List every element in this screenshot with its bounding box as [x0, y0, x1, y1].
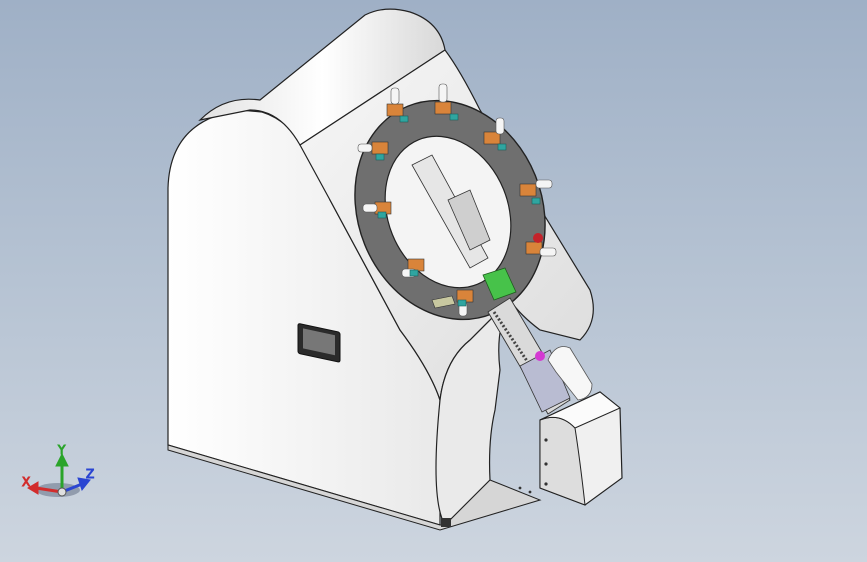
loader-screw — [544, 482, 548, 486]
holder — [357, 141, 389, 155]
loader-screw — [544, 438, 548, 442]
foot — [441, 518, 451, 527]
loader-screw — [528, 490, 532, 494]
loader-screw — [544, 462, 548, 466]
machine-model[interactable] — [0, 0, 867, 562]
triad-origin — [57, 487, 67, 497]
loader-screw — [518, 486, 522, 490]
triad-z-label: Z — [86, 467, 94, 481]
carriage-accent — [535, 351, 545, 361]
cad-viewport[interactable]: X Y Z — [0, 0, 867, 562]
triad-y-label: Y — [57, 444, 66, 457]
coordinate-triad: X Y Z — [22, 444, 95, 497]
holder — [362, 201, 392, 215]
triad-x-label: X — [22, 475, 30, 489]
